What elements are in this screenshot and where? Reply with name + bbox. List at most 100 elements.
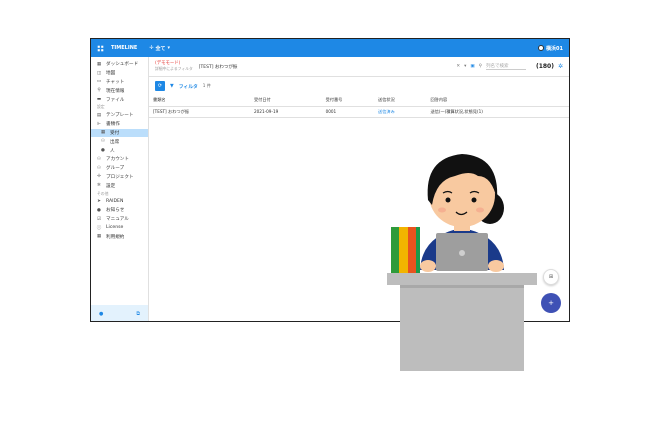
inbox-icon: ▦ (100, 130, 106, 136)
add-button[interactable]: + (541, 293, 561, 313)
sidebar-item-project[interactable]: ✢ プロジェクト (91, 173, 148, 182)
search-bar: (デモモード) 詳細中によるフィルタ [TEST] おわつが振 ✕ ▾ ▣ ⚲ … (149, 57, 569, 77)
sidebar-item-group[interactable]: ⚇ グループ (91, 164, 148, 173)
records-table: 書類名 受付日付 受付番号 送信状況 回答内容 [TEST] おわつが振 202… (149, 95, 569, 118)
sidebar-item-label: RAIDEN (106, 199, 124, 205)
sidebar-item-license[interactable]: ⓘ License (91, 224, 148, 233)
main-content: (デモモード) 詳細中によるフィルタ [TEST] おわつが振 ✕ ▾ ▣ ⚲ … (149, 57, 569, 321)
sidebar-item-label: グループ (106, 166, 125, 172)
gear-icon: ✲ (97, 183, 101, 189)
send-icon: ➤ (97, 199, 101, 205)
sidebar-item-label: テンプレート (106, 113, 134, 119)
filter-bar: ⟳ ▼ フィルタ 1 件 (149, 77, 569, 95)
table-header-row: 書類名 受付日付 受付番号 送信状況 回答内容 (149, 95, 569, 107)
qr-code-icon: ⊞ (548, 274, 554, 280)
sidebar-item-label: 利用規約 (106, 234, 125, 240)
sidebar-item-account[interactable]: ⚇ アカウント (91, 155, 148, 164)
sidebar-item-label: アカウント (106, 157, 129, 163)
filter-button[interactable]: フィルタ (179, 83, 198, 90)
sidebar-item-label: マニュアル (106, 217, 129, 223)
sidebar-item-label: 地図 (106, 71, 116, 77)
bell-icon: ● (97, 207, 101, 213)
column-header[interactable]: 回答内容 (426, 95, 569, 107)
search-input[interactable]: 列名で検索 (485, 63, 526, 70)
user-menu[interactable]: 横浜01 (538, 45, 563, 52)
column-header[interactable]: 送信状況 (374, 95, 427, 107)
info-icon: ⓘ (96, 225, 102, 231)
grid-icon: ▦ (96, 61, 102, 67)
chevron-down-icon: ▾ (167, 45, 171, 51)
sidebar-item-template[interactable]: ▤ テンプレート (91, 111, 148, 120)
search-query[interactable]: [TEST] おわつが振 (199, 64, 238, 70)
sidebar-item-person[interactable]: ● 人 (91, 146, 148, 155)
sidebar-item-settings[interactable]: ✲ 設定 (91, 181, 148, 190)
sidebar-item-terms[interactable]: ▦ 利用規約 (91, 232, 148, 241)
sidebar-item-manual[interactable]: ☑ マニュアル (91, 215, 148, 224)
sidebar-item-label: ダッシュボード (106, 62, 139, 68)
top-bar: TIMELINE ✢ 全て ▾ 横浜01 (91, 39, 569, 57)
table-row[interactable]: [TEST] おわつが振 2021-09-19 0001 送信済み 送信(一)積… (149, 106, 569, 118)
app-title: TIMELINE (111, 45, 138, 51)
sidebar-item-map[interactable]: ◫ 地図 (91, 69, 148, 78)
sidebar-item-label: 書類作 (106, 122, 120, 128)
filter-count: 1 件 (202, 83, 211, 88)
sidebar-item-location[interactable]: ⚲ 現在情報 (91, 86, 148, 95)
external-link-icon[interactable]: ⧉ (136, 311, 140, 317)
scope-label: 全て (155, 45, 166, 52)
sidebar-footer: ● ⧉ (91, 305, 148, 321)
column-header[interactable]: 書類名 (149, 95, 250, 107)
sidebar-item-news[interactable]: ● お知らせ (91, 206, 148, 215)
location-icon: ⚲ (97, 88, 101, 94)
group-icon: ⚇ (96, 165, 102, 171)
clear-icon[interactable]: ✕ (456, 64, 460, 69)
table-cell: 0001 (321, 106, 375, 118)
column-header[interactable]: 受付日付 (249, 95, 322, 107)
sidebar-item-label: ファイル (106, 97, 125, 103)
filter-icon: ▼ (170, 83, 174, 89)
home-icon[interactable] (95, 43, 105, 53)
search-tools: ✕ ▾ ▣ ⚲ 列名で検索 (456, 63, 526, 70)
sidebar-item-label: License (106, 225, 124, 231)
sidebar-item-dashboard[interactable]: ▦ ダッシュボード (91, 60, 148, 69)
qr-code-button[interactable]: ⊞ (543, 269, 559, 285)
refresh-button[interactable]: ⟳ (155, 81, 165, 91)
sidebar-item-label: 設定 (106, 183, 116, 189)
app-window: TIMELINE ✢ 全て ▾ 横浜01 ▦ ダッシュボード ◫ 地図 ▭ チャット … (90, 38, 570, 322)
user-group-icon: ⚇ (100, 139, 106, 145)
chevron-down-icon[interactable]: ▾ (464, 64, 466, 69)
section-header-other: その他 (97, 190, 109, 196)
table-cell: 送信(一)積算状況,状態見(1) (426, 106, 569, 118)
sidebar-item-raiden[interactable]: ➤ RAIDEN (91, 197, 148, 206)
sidebar: ▦ ダッシュボード ◫ 地図 ▭ チャット ⚲ 現在情報 ▬ ファイル 設定 ▤ テンプレー… (91, 57, 149, 321)
sidebar-item-forms[interactable]: ⊩ 書類作 (91, 120, 148, 129)
map-icon: ◫ (96, 70, 102, 76)
demo-mode-label: (デモモード) 詳細中によるフィルタ (155, 61, 193, 71)
sidebar-item-label: 人 (110, 148, 115, 154)
gear-icon[interactable]: ✲ (558, 63, 563, 70)
table-cell: [TEST] おわつが振 (149, 106, 250, 118)
terms-icon: ▦ (96, 234, 102, 240)
scope-selector[interactable]: ✢ 全て ▾ (149, 45, 170, 52)
section-header-settings: 設定 (97, 104, 105, 110)
status-link[interactable]: 送信済み (374, 106, 427, 118)
demo-mode-subtitle: 詳細中によるフィルタ (155, 65, 193, 71)
sidebar-item-label: プロジェクト (106, 174, 134, 180)
status-dot-icon[interactable]: ● (99, 311, 103, 317)
sidebar-item-chat[interactable]: ▭ チャット (91, 78, 148, 87)
sidebar-item-label: 現在情報 (106, 88, 125, 94)
manual-icon: ☑ (96, 216, 102, 222)
plus-icon: + (548, 299, 554, 307)
sidebar-item-attendance[interactable]: ⚇ 出席 (91, 137, 148, 146)
search-icon[interactable]: ⚲ (479, 64, 482, 69)
calendar-icon[interactable]: ▣ (470, 64, 474, 69)
column-header[interactable]: 受付番号 (321, 95, 375, 107)
person-icon: ● (101, 148, 105, 154)
form-icon: ⊩ (97, 121, 101, 127)
sidebar-item-label: 出席 (110, 139, 120, 145)
sidebar-item-label: チャット (106, 79, 125, 85)
user-name: 横浜01 (546, 45, 563, 52)
sidebar-item-files[interactable]: ▬ ファイル (91, 95, 148, 104)
template-icon: ▤ (96, 112, 102, 118)
sidebar-item-reception[interactable]: ▦ 受付 (91, 128, 148, 138)
table-cell: 2021-09-19 (249, 106, 322, 118)
